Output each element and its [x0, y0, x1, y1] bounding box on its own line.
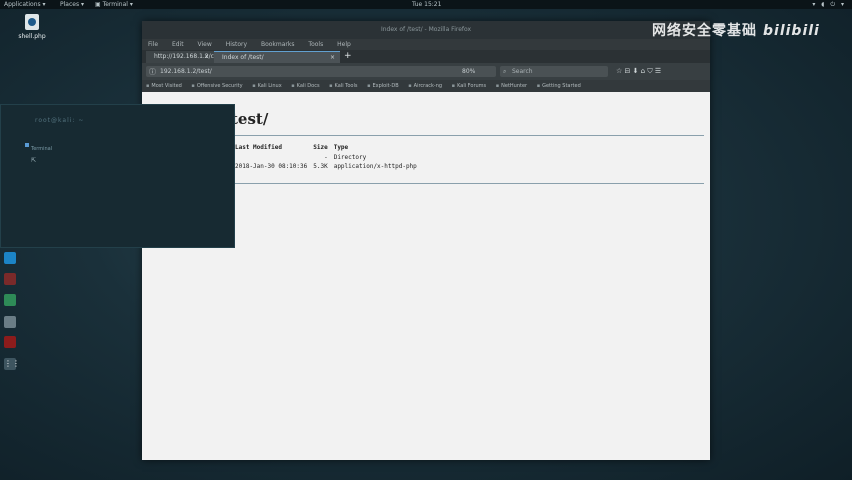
url-text: 192.168.1.2/test/: [160, 68, 212, 75]
terminal-tab-label[interactable]: Terminal: [31, 146, 52, 152]
tab-label: http://192.168.1.2/cgi/: [154, 53, 222, 60]
cell-size: -: [324, 154, 328, 161]
beef-icon[interactable]: [4, 273, 16, 285]
bookmark-offensive-security[interactable]: Offensive Security: [191, 80, 243, 92]
cell-type: application/x-httpd-php: [333, 163, 417, 170]
bookmark-most-visited[interactable]: Most Visited: [146, 80, 181, 92]
search-icon: ⌕: [503, 68, 507, 75]
column-size[interactable]: Size: [313, 144, 333, 153]
menu-bookmarks[interactable]: Bookmarks: [261, 41, 295, 48]
leafpad-icon[interactable]: [4, 316, 16, 328]
bookmark-kali-linux[interactable]: Kali Linux: [252, 80, 282, 92]
applications-menu[interactable]: Applications ▾: [4, 0, 46, 9]
watermark: 网络安全零基础 bilibili: [652, 20, 820, 40]
system-tray[interactable]: ▾ ◖ ⏻ ▾: [812, 0, 846, 9]
bookmark-kali-tools[interactable]: Kali Tools: [329, 80, 358, 92]
window-title: Index of /test/ - Mozilla Firefox: [142, 21, 710, 39]
column-type[interactable]: Type: [334, 144, 423, 153]
cell-modified: [235, 153, 313, 162]
show-apps-icon[interactable]: ⋮⋮: [4, 358, 20, 370]
terminal-window[interactable]: root@kali: ~ Terminal ⇱: [0, 104, 235, 248]
menu-help[interactable]: Help: [337, 41, 351, 48]
menu-history[interactable]: History: [226, 41, 247, 48]
desktop-icon-shell-php[interactable]: shell.php: [14, 14, 50, 40]
menu-view[interactable]: View: [198, 41, 212, 48]
cell-modified: 2018-Jan-30 08:10:36: [235, 163, 308, 170]
search-placeholder: Search: [512, 68, 533, 75]
zoom-level[interactable]: 80%: [462, 66, 475, 77]
maltego-icon[interactable]: [4, 252, 16, 264]
php-file-icon: [25, 14, 39, 30]
bilibili-logo: bilibili: [763, 23, 820, 39]
top-panel: Applications ▾ Places ▾ ▣ Terminal ▾ Tue…: [0, 0, 852, 9]
menu-edit[interactable]: Edit: [172, 41, 184, 48]
mouse-cursor-icon: ⇱: [31, 157, 37, 164]
watermark-text: 网络安全零基础: [652, 23, 757, 39]
menu-tools[interactable]: Tools: [308, 41, 323, 48]
table-header-row: Last Modified Size Type: [235, 144, 423, 153]
desktop-icon-label: shell.php: [18, 33, 46, 40]
terminal-app-menu[interactable]: ▣ Terminal ▾: [95, 0, 133, 9]
faraday-icon[interactable]: [4, 294, 16, 306]
table-row[interactable]: 2018-Jan-30 08:10:36 5.3K application/x-…: [235, 162, 423, 171]
bookmark-kali-docs[interactable]: Kali Docs: [291, 80, 320, 92]
search-input[interactable]: ⌕ Search: [500, 66, 608, 77]
terminal-title: root@kali: ~: [35, 117, 85, 124]
places-menu[interactable]: Places ▾: [60, 0, 84, 9]
new-tab-icon[interactable]: +: [344, 50, 352, 63]
bookmark-exploit-db[interactable]: Exploit-DB: [367, 80, 398, 92]
tab-bar: http://192.168.1.2/cgi/ × Index of /test…: [142, 50, 710, 63]
bookmark-getting-started[interactable]: Getting Started: [537, 80, 581, 92]
column-last-modified[interactable]: Last Modified: [235, 144, 313, 153]
close-icon[interactable]: ×: [204, 51, 209, 63]
navigation-bar: ⓘ 192.168.1.2/test/ 80% ⌕ Search ☆ ⊟ ⬇ ⌂…: [142, 63, 710, 80]
bookmark-nethunter[interactable]: NetHunter: [496, 80, 527, 92]
directory-listing: Last Modified Size Type - Directory 2018…: [235, 144, 423, 171]
site-info-icon[interactable]: ⓘ: [149, 67, 156, 78]
cell-size: 5.3K: [313, 163, 328, 170]
tab-label: Index of /test/: [222, 54, 264, 61]
cherrytree-icon[interactable]: [4, 336, 16, 348]
url-bar[interactable]: ⓘ 192.168.1.2/test/ 80%: [146, 66, 496, 77]
tab-cgi[interactable]: http://192.168.1.2/cgi/ ×: [146, 51, 221, 63]
terminal-tab-indicator-icon: [25, 143, 29, 147]
menu-file[interactable]: File: [148, 41, 158, 48]
cell-type: Directory: [333, 154, 367, 161]
page-title: test/: [231, 110, 269, 128]
bookmark-aircrack-ng[interactable]: Aircrack-ng: [408, 80, 442, 92]
menu-bar: File Edit View History Bookmarks Tools H…: [142, 39, 710, 50]
bookmarks-toolbar: Most Visited Offensive Security Kali Lin…: [142, 80, 710, 92]
clock[interactable]: Tue 15:21: [412, 0, 441, 9]
tab-index-of-test[interactable]: Index of /test/ ×: [214, 51, 340, 63]
toolbar-icons[interactable]: ☆ ⊟ ⬇ ⌂ ⛉ ☰: [616, 63, 661, 80]
table-row[interactable]: - Directory: [235, 153, 423, 162]
bookmark-kali-forums[interactable]: Kali Forums: [452, 80, 486, 92]
